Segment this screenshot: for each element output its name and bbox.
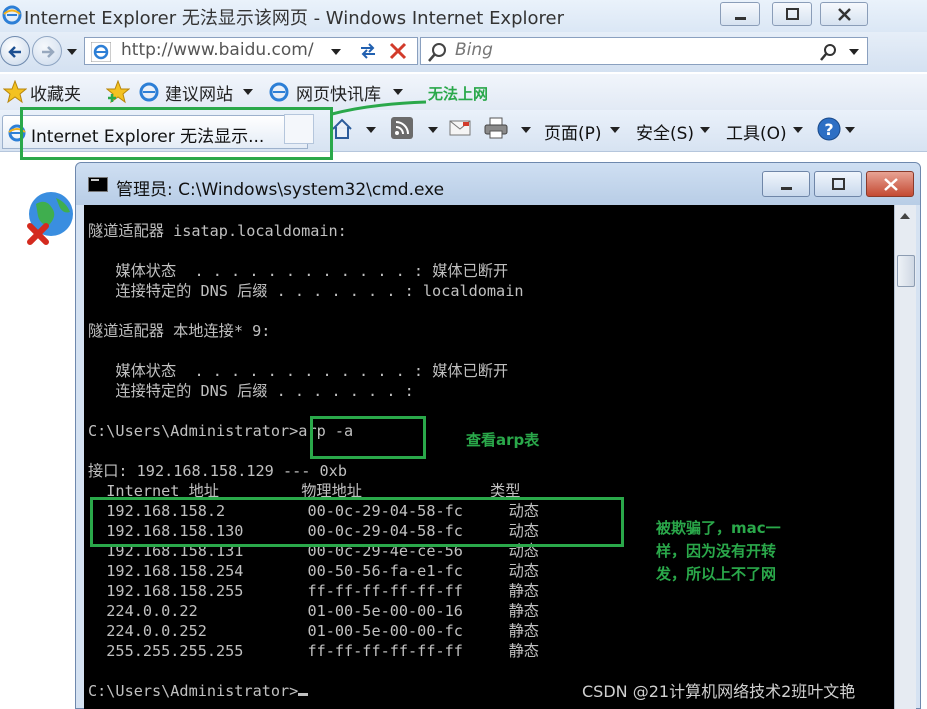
annotation-spoofed-line3: 发，所以上不了网 bbox=[656, 565, 777, 583]
ie-titlebar: Internet Explorer 无法显示该网页 - Windows Inte… bbox=[0, 0, 927, 32]
search-bar[interactable]: Bing bbox=[420, 37, 868, 65]
console-line: 连接特定的 DNS 后缀 . . . . . . . : localdomain bbox=[88, 282, 524, 300]
ie-logo-icon bbox=[2, 5, 22, 29]
console-cursor bbox=[298, 693, 309, 696]
console-line: 255.255.255.255 ff-ff-ff-ff-ff-ff 静态 bbox=[88, 642, 539, 660]
annotation-spoofed-line1: 被欺骗了，mac一 bbox=[656, 519, 781, 537]
home-icon[interactable] bbox=[330, 117, 354, 145]
feeds-icon[interactable] bbox=[391, 117, 413, 143]
stop-icon[interactable] bbox=[387, 40, 409, 66]
cmd-close-button[interactable] bbox=[866, 171, 914, 197]
history-dropdown-icon[interactable] bbox=[67, 49, 77, 55]
cmd-maximize-button[interactable] bbox=[814, 171, 862, 197]
cmd-close-icon bbox=[884, 178, 898, 191]
help-dropdown-icon[interactable] bbox=[845, 127, 855, 133]
refresh-icon[interactable] bbox=[357, 40, 379, 66]
cmd-scrollbar[interactable] bbox=[894, 205, 916, 709]
console-line: 隧道适配器 isatap.localdomain: bbox=[88, 222, 347, 240]
cmd-title: 管理员: C:\Windows\system32\cmd.exe bbox=[116, 180, 445, 200]
forward-button[interactable] bbox=[32, 36, 62, 66]
favorites-button[interactable]: 收藏夹 bbox=[30, 80, 81, 105]
highlight-arp-command-box bbox=[310, 416, 426, 459]
console-line: 192.168.158.255 ff-ff-ff-ff-ff-ff 静态 bbox=[88, 582, 539, 600]
annotation-spoofed-line2: 样，因为没有开转 bbox=[656, 542, 777, 560]
back-button[interactable] bbox=[0, 36, 30, 66]
maximize-button[interactable] bbox=[772, 2, 812, 26]
annotation-connector bbox=[331, 100, 427, 116]
print-icon[interactable] bbox=[484, 117, 508, 143]
csdn-watermark: CSDN @21计算机网络技术2班叶文艳 bbox=[582, 682, 856, 701]
search-icon[interactable] bbox=[819, 42, 839, 66]
favorites-star-icon bbox=[2, 79, 28, 108]
close-icon bbox=[838, 8, 851, 21]
scroll-thumb[interactable] bbox=[897, 255, 915, 287]
tools-menu[interactable]: 工具(O) bbox=[726, 119, 787, 144]
highlight-duplicate-mac-box bbox=[90, 497, 624, 547]
safety-menu[interactable]: 安全(S) bbox=[636, 119, 694, 144]
console-line: 连接特定的 DNS 后缀 . . . . . . . : bbox=[88, 382, 414, 400]
console-line: C:\Users\Administrator> bbox=[88, 681, 539, 701]
close-button[interactable] bbox=[820, 2, 868, 26]
cmd-maximize-icon bbox=[832, 178, 845, 190]
window-title: Internet Explorer 无法显示该网页 - Windows Inte… bbox=[24, 8, 565, 29]
cmd-minimize-icon bbox=[781, 187, 792, 190]
address-bar[interactable]: http://www.baidu.com/ bbox=[84, 37, 418, 65]
minimize-icon bbox=[735, 17, 746, 20]
suggested-sites-icon bbox=[138, 81, 160, 107]
cmd-icon bbox=[88, 177, 108, 192]
search-dropdown-icon[interactable] bbox=[849, 49, 859, 55]
cmd-minimize-button[interactable] bbox=[762, 171, 810, 197]
network-error-globe-icon bbox=[26, 186, 76, 260]
console-line: 媒体状态 . . . . . . . . . . . . : 媒体已断开 bbox=[88, 262, 509, 280]
annotation-no-internet: 无法上网 bbox=[428, 85, 489, 103]
annotation-view-arp: 查看arp表 bbox=[466, 431, 540, 449]
console-line: 192.168.158.254 00-50-56-fa-e1-fc 动态 bbox=[88, 562, 539, 580]
home-dropdown-icon[interactable] bbox=[366, 127, 376, 133]
forward-arrow-icon bbox=[42, 46, 55, 58]
feeds-dropdown-icon[interactable] bbox=[428, 127, 438, 133]
console-output[interactable]: 隧道适配器 isatap.localdomain: 媒体状态 . . . . .… bbox=[84, 205, 894, 709]
safety-menu-dropdown-icon[interactable] bbox=[700, 127, 710, 133]
search-provider-icon bbox=[427, 41, 449, 67]
console-line: 接口: 192.168.158.129 --- 0xb bbox=[88, 462, 347, 480]
console-line: 224.0.0.252 01-00-5e-00-00-fc 静态 bbox=[88, 622, 539, 640]
page-menu[interactable]: 页面(P) bbox=[544, 119, 602, 144]
help-icon[interactable]: ? bbox=[816, 116, 842, 146]
print-dropdown-icon[interactable] bbox=[521, 127, 531, 133]
console-text: 隧道适配器 isatap.localdomain: 媒体状态 . . . . .… bbox=[88, 221, 539, 701]
console-line: 隧道适配器 本地连接* 9: bbox=[88, 322, 271, 340]
highlight-tab-box bbox=[20, 107, 333, 160]
back-arrow-icon bbox=[8, 46, 21, 58]
add-favorites-icon[interactable] bbox=[105, 79, 131, 108]
cmd-titlebar: 管理员: C:\Windows\system32\cmd.exe bbox=[76, 163, 920, 205]
address-dropdown-icon[interactable] bbox=[331, 49, 341, 55]
address-text[interactable]: http://www.baidu.com/ bbox=[121, 40, 314, 60]
search-input[interactable]: Bing bbox=[455, 40, 493, 60]
web-slice-dropdown-icon[interactable] bbox=[393, 89, 403, 95]
console-line: 224.0.0.22 01-00-5e-00-00-16 静态 bbox=[88, 602, 539, 620]
suggested-sites-link[interactable]: 建议网站 bbox=[165, 80, 233, 105]
web-slice-icon bbox=[268, 81, 290, 107]
maximize-icon bbox=[786, 8, 799, 20]
scroll-up-icon[interactable] bbox=[900, 213, 910, 219]
console-line: 媒体状态 . . . . . . . . . . . . : 媒体已断开 bbox=[88, 362, 509, 380]
page-ie-icon bbox=[90, 41, 112, 66]
suggested-sites-dropdown-icon[interactable] bbox=[243, 89, 253, 95]
svg-text:?: ? bbox=[824, 120, 833, 139]
ie-navbar: http://www.baidu.com/ Bing bbox=[0, 32, 927, 72]
minimize-button[interactable] bbox=[720, 2, 760, 26]
read-mail-icon[interactable] bbox=[449, 120, 471, 140]
page-menu-dropdown-icon[interactable] bbox=[610, 127, 620, 133]
tools-menu-dropdown-icon[interactable] bbox=[793, 127, 803, 133]
